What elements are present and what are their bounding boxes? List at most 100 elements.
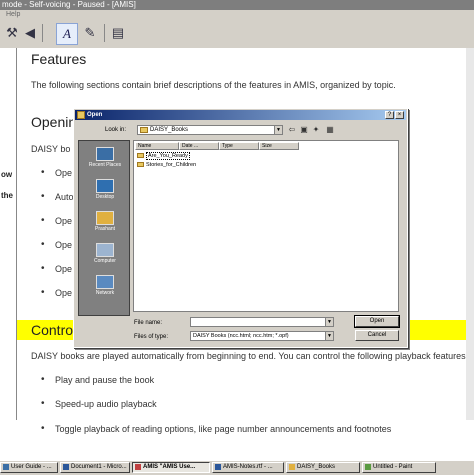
taskbar-label: AMIS-Notes.rtf - ... bbox=[223, 464, 273, 470]
place-label: Network bbox=[95, 290, 115, 296]
features-intro: The following sections contain brief des… bbox=[31, 80, 396, 90]
computer-icon bbox=[96, 243, 114, 257]
side-pane: ow the bbox=[0, 48, 17, 420]
list-item[interactable]: Are_You_Ready bbox=[137, 152, 190, 160]
list-item[interactable]: Stories_for_Children bbox=[137, 162, 196, 168]
font-icon[interactable]: A bbox=[56, 23, 78, 45]
file-name-input[interactable]: ▼ bbox=[190, 317, 334, 327]
amis-icon bbox=[135, 464, 141, 470]
help-icon[interactable]: ? bbox=[385, 111, 394, 119]
network-icon bbox=[96, 275, 114, 289]
word-icon bbox=[63, 464, 69, 470]
column-header-name[interactable]: Name bbox=[135, 142, 179, 150]
list-item: Ope bbox=[41, 239, 72, 250]
user-folder-icon bbox=[96, 211, 114, 225]
taskbar: User Guide - ... Document1 - Micro... AM… bbox=[0, 460, 474, 475]
close-icon[interactable]: × bbox=[395, 111, 404, 119]
open-button[interactable]: Open bbox=[354, 315, 400, 328]
taskbar-button[interactable]: Untitled - Paint bbox=[362, 462, 436, 473]
place-network[interactable]: Network bbox=[79, 275, 131, 296]
taskbar-label: User Guide - ... bbox=[11, 464, 52, 470]
dialog-title-bar: Open ? × bbox=[75, 110, 406, 120]
places-bar: Recent Places Desktop Prashant Computer … bbox=[78, 140, 130, 316]
file-list[interactable]: Name Date ... Type Size Are_You_Ready St… bbox=[133, 140, 399, 312]
folder-icon bbox=[289, 464, 295, 470]
tools-icon[interactable]: ⚒ bbox=[2, 23, 22, 43]
files-of-type-label: Files of type: bbox=[134, 334, 169, 340]
toolbar-separator bbox=[42, 24, 43, 42]
highlight-color-icon[interactable]: ✎ bbox=[80, 23, 100, 43]
view-menu-icon[interactable]: ▦ bbox=[325, 125, 335, 135]
menu-bar: Help bbox=[0, 10, 474, 20]
file-name: Stories_for_Children bbox=[146, 162, 197, 168]
folder-icon bbox=[77, 111, 85, 119]
app-title: mode - Self-voicing - Paused - [AMIS] bbox=[2, 0, 136, 9]
app-title-bar: mode - Self-voicing - Paused - [AMIS] bbox=[0, 0, 474, 10]
place-computer[interactable]: Computer bbox=[79, 243, 131, 264]
dialog-title: Open bbox=[87, 112, 103, 118]
taskbar-button[interactable]: Document1 - Micro... bbox=[60, 462, 130, 473]
list-item: Speed-up audio playback bbox=[41, 398, 157, 409]
place-label: Desktop bbox=[95, 194, 115, 200]
chevron-down-icon[interactable]: ▼ bbox=[274, 126, 282, 134]
toolbar: ⚒ ◀ A ✎ ▤ bbox=[0, 20, 474, 49]
file-name-label: File name: bbox=[134, 320, 163, 326]
notes-icon[interactable]: ▤ bbox=[108, 23, 128, 43]
taskbar-button[interactable]: User Guide - ... bbox=[0, 462, 58, 473]
column-header-type[interactable]: Type bbox=[219, 142, 259, 150]
back-icon[interactable]: ◀ bbox=[20, 23, 40, 43]
control-intro: DAISY books are played automatically fro… bbox=[31, 351, 469, 361]
column-header-date[interactable]: Date ... bbox=[179, 142, 219, 150]
list-item: Toggle playback of reading options, like… bbox=[41, 423, 391, 434]
taskbar-button[interactable]: AMIS-Notes.rtf - ... bbox=[212, 462, 284, 473]
look-in-label: Look in: bbox=[105, 127, 127, 133]
menu-help[interactable]: Help bbox=[0, 11, 20, 18]
place-desktop[interactable]: Desktop bbox=[79, 179, 131, 200]
heading-control: Control bbox=[31, 322, 77, 338]
files-of-type-select[interactable]: DAISY Books (ncc.html; ncc.htm; *.opf) ▼ bbox=[190, 331, 334, 341]
taskbar-button[interactable]: AMIS "AMIS Use... bbox=[132, 462, 210, 473]
list-item: Play and pause the book bbox=[41, 374, 154, 385]
taskbar-label: Document1 - Micro... bbox=[71, 464, 127, 470]
place-label: Prashant bbox=[94, 226, 115, 232]
document-view-continued: Toggle playback of reading options, like… bbox=[0, 420, 474, 460]
back-arrow-icon[interactable]: ⇦ bbox=[287, 125, 297, 135]
heading-features: Features bbox=[31, 51, 87, 67]
heading-opening: Openin bbox=[31, 114, 77, 130]
list-item: Ope bbox=[41, 167, 72, 178]
look-in-dropdown[interactable]: DAISY_Books ▼ bbox=[137, 125, 283, 135]
taskbar-label: AMIS "AMIS Use... bbox=[143, 464, 196, 470]
column-header-size[interactable]: Size bbox=[259, 142, 299, 150]
cancel-button[interactable]: Cancel bbox=[355, 330, 399, 341]
chevron-down-icon[interactable]: ▼ bbox=[325, 332, 333, 340]
new-folder-icon[interactable]: ✦ bbox=[311, 125, 321, 135]
file-name: Are_You_Ready bbox=[146, 152, 190, 160]
list-item: Ope bbox=[41, 287, 72, 298]
document-scrollbar[interactable] bbox=[466, 48, 474, 420]
word-icon bbox=[215, 464, 221, 470]
paint-icon bbox=[365, 464, 371, 470]
up-folder-icon[interactable]: ▣ bbox=[299, 125, 309, 135]
desktop-icon bbox=[96, 179, 114, 193]
folder-icon bbox=[140, 127, 148, 133]
place-user[interactable]: Prashant bbox=[79, 211, 131, 232]
place-label: Computer bbox=[94, 258, 116, 264]
toolbar-separator bbox=[104, 24, 105, 42]
place-label: Recent Places bbox=[88, 162, 122, 168]
open-dialog: Open ? × Look in: DAISY_Books ▼ ⇦ ▣ ✦ ▦ … bbox=[73, 108, 408, 348]
app-icon bbox=[3, 464, 9, 470]
chevron-down-icon[interactable]: ▼ bbox=[325, 318, 333, 326]
side-pane-text: the bbox=[1, 191, 13, 200]
list-item: Ope bbox=[41, 263, 72, 274]
taskbar-label: DAISY_Books bbox=[297, 464, 336, 470]
taskbar-button[interactable]: DAISY_Books bbox=[286, 462, 360, 473]
list-item: Ope bbox=[41, 215, 72, 226]
list-item: Auto bbox=[41, 191, 73, 202]
place-recent[interactable]: Recent Places bbox=[79, 147, 131, 168]
recent-places-icon bbox=[96, 147, 114, 161]
taskbar-label: Untitled - Paint bbox=[373, 464, 413, 470]
files-of-type-value: DAISY Books (ncc.html; ncc.htm; *.opf) bbox=[193, 333, 289, 339]
folder-icon bbox=[137, 153, 144, 159]
side-pane-text: ow bbox=[1, 170, 13, 179]
look-in-value: DAISY_Books bbox=[150, 127, 189, 133]
